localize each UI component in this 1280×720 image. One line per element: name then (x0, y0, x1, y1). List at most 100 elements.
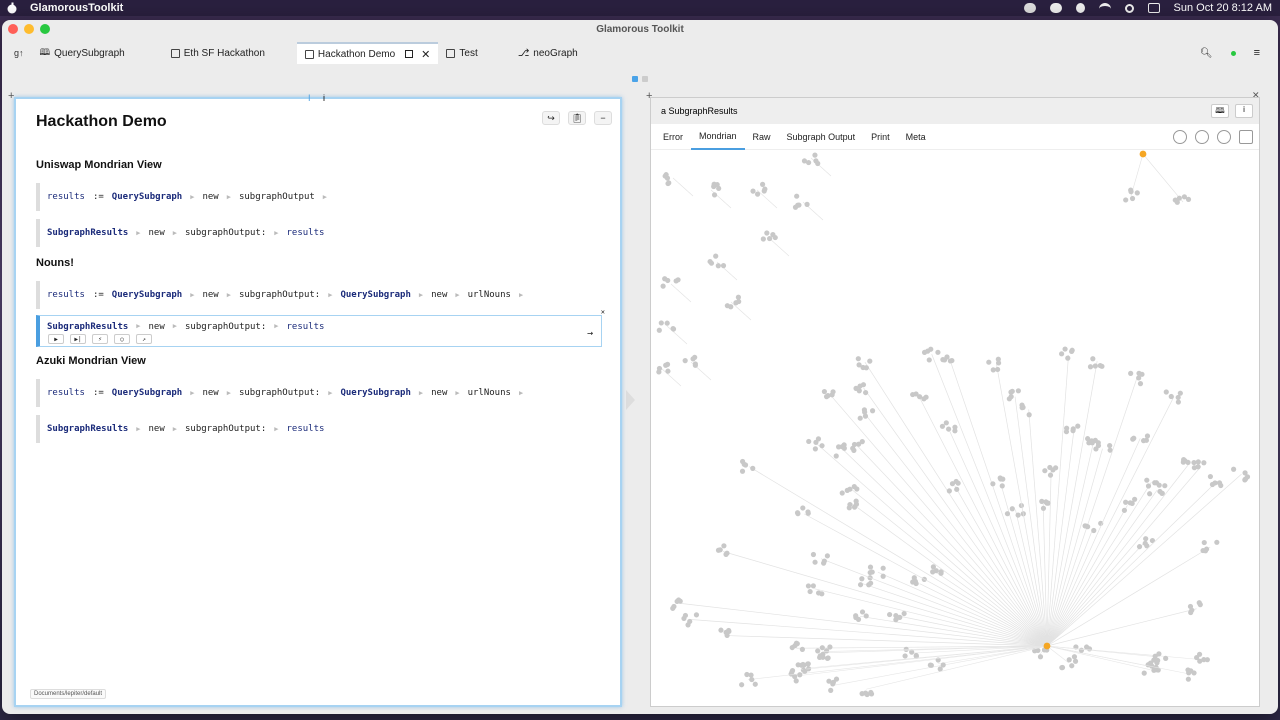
graph-node[interactable] (995, 360, 1002, 366)
graph-edge[interactable] (849, 501, 1048, 647)
graph-node[interactable] (940, 662, 946, 668)
expand-arrow-icon[interactable]: ▶ (323, 193, 327, 201)
graph-node[interactable] (828, 687, 834, 693)
graph-node[interactable] (1063, 429, 1070, 435)
graph-node[interactable] (789, 667, 796, 674)
graph-node[interactable] (944, 354, 950, 360)
play-inspect-icon[interactable]: ▶| (70, 334, 86, 344)
graph-node[interactable] (692, 362, 698, 368)
graph-node[interactable] (682, 612, 689, 619)
graph-node[interactable] (1047, 464, 1053, 471)
graph-node[interactable] (662, 173, 668, 179)
graph-node[interactable] (1008, 394, 1014, 400)
graph-node[interactable] (812, 152, 818, 158)
root-node[interactable] (1139, 150, 1147, 158)
graph-node[interactable] (815, 436, 822, 442)
graph-node[interactable] (926, 357, 932, 363)
graph-node[interactable] (1009, 388, 1015, 394)
root-node[interactable] (1043, 642, 1051, 650)
graph-node[interactable] (1071, 654, 1078, 660)
graph-node[interactable] (930, 569, 936, 575)
graph-node[interactable] (754, 191, 761, 197)
graph-node[interactable] (1175, 399, 1181, 405)
graph-node[interactable] (1026, 412, 1032, 418)
graph-node[interactable] (1107, 442, 1113, 449)
expand-arrow-icon[interactable]: ▶ (274, 322, 278, 330)
graph-node[interactable] (713, 253, 719, 259)
expand-arrow-icon[interactable]: ▶ (227, 193, 231, 201)
graph-edge[interactable] (803, 513, 1048, 647)
graph-node[interactable] (851, 484, 857, 490)
graph-edge[interactable] (865, 645, 1048, 690)
expand-arrow-icon[interactable]: ▶ (419, 291, 423, 299)
graph-node[interactable] (851, 504, 858, 510)
graph-node[interactable] (723, 551, 729, 557)
profile-icon[interactable]: ○ (114, 334, 130, 344)
tab-print[interactable]: Print (863, 124, 898, 150)
code-snippet[interactable]: results := QuerySubgraph ▶ new ▶ subgraphO… (36, 183, 602, 211)
graph-node[interactable] (880, 565, 886, 571)
graph-node[interactable] (1185, 676, 1191, 682)
graph-node[interactable] (739, 682, 745, 688)
graph-node[interactable] (1037, 654, 1044, 660)
book-icon[interactable]: 🕮 (1211, 104, 1229, 118)
graph-node[interactable] (1090, 356, 1096, 362)
section-heading-nouns[interactable]: Nouns! (36, 257, 74, 269)
graph-node[interactable] (800, 661, 806, 668)
graph-node[interactable] (1186, 670, 1192, 676)
expand-arrow-icon[interactable]: ▶ (190, 389, 194, 397)
graph-node[interactable] (687, 618, 693, 625)
info-icon[interactable]: i (323, 93, 325, 103)
code-snippet[interactable]: SubgraphResults ▶ new ▶ subgraphOutput: ▶ r… (36, 415, 602, 443)
graph-node[interactable] (1137, 381, 1144, 387)
graph-node[interactable] (711, 183, 717, 190)
graph-node[interactable] (913, 652, 919, 659)
close-snippet-icon[interactable]: ✕ (600, 308, 605, 316)
graph-node[interactable] (1218, 482, 1224, 489)
graph-node[interactable] (880, 573, 886, 579)
collapse-arrow-icon[interactable] (626, 390, 635, 410)
graph-node[interactable] (921, 349, 928, 356)
zoom-in-icon[interactable] (1217, 130, 1231, 144)
graph-node[interactable] (1123, 197, 1129, 203)
graph-node[interactable] (1202, 548, 1209, 554)
collapse-button[interactable]: − (594, 111, 612, 125)
graph-node[interactable] (1069, 663, 1075, 669)
graph-node[interactable] (821, 388, 828, 395)
graph-edge[interactable] (919, 583, 1048, 647)
graph-node[interactable] (750, 188, 756, 194)
graph-node[interactable] (1095, 442, 1102, 449)
graph-node[interactable] (867, 564, 874, 570)
app-menu-name[interactable]: GlamorousToolkit (30, 2, 123, 14)
tab-error[interactable]: Error (655, 124, 691, 150)
zoom-out-icon[interactable] (1195, 130, 1209, 144)
tab-subgraph-output[interactable]: Subgraph Output (779, 124, 864, 150)
graph-edge[interactable] (1046, 361, 1098, 647)
graph-node[interactable] (859, 609, 866, 615)
graph-node[interactable] (794, 193, 800, 199)
graph-node[interactable] (812, 446, 818, 452)
graph-node[interactable] (1070, 428, 1076, 434)
graph-node[interactable] (851, 447, 857, 453)
share-button[interactable]: ↪ (542, 111, 560, 125)
graph-node[interactable] (863, 365, 869, 371)
graph-node[interactable] (952, 424, 958, 430)
graph-edge[interactable] (1046, 481, 1152, 647)
graph-node[interactable] (1091, 527, 1097, 534)
graph-node[interactable] (1162, 483, 1168, 489)
expand-arrow-icon[interactable]: ▶ (455, 389, 459, 397)
search-icon[interactable] (1124, 3, 1134, 13)
graph-node[interactable] (869, 569, 875, 575)
page-dot[interactable] (642, 76, 648, 82)
graph-node[interactable] (708, 260, 715, 266)
graph-node[interactable] (851, 441, 858, 448)
expand-arrow-icon[interactable]: ▶ (227, 389, 231, 397)
graph-edge[interactable] (1014, 396, 1048, 647)
close-tab-icon[interactable]: ✕ (421, 48, 430, 61)
graph-edge[interactable] (666, 325, 688, 345)
graph-node[interactable] (833, 676, 840, 682)
graph-node[interactable] (750, 465, 756, 471)
graph-node[interactable] (1153, 480, 1160, 486)
graph-node[interactable] (820, 654, 826, 660)
graph-node[interactable] (724, 632, 730, 639)
